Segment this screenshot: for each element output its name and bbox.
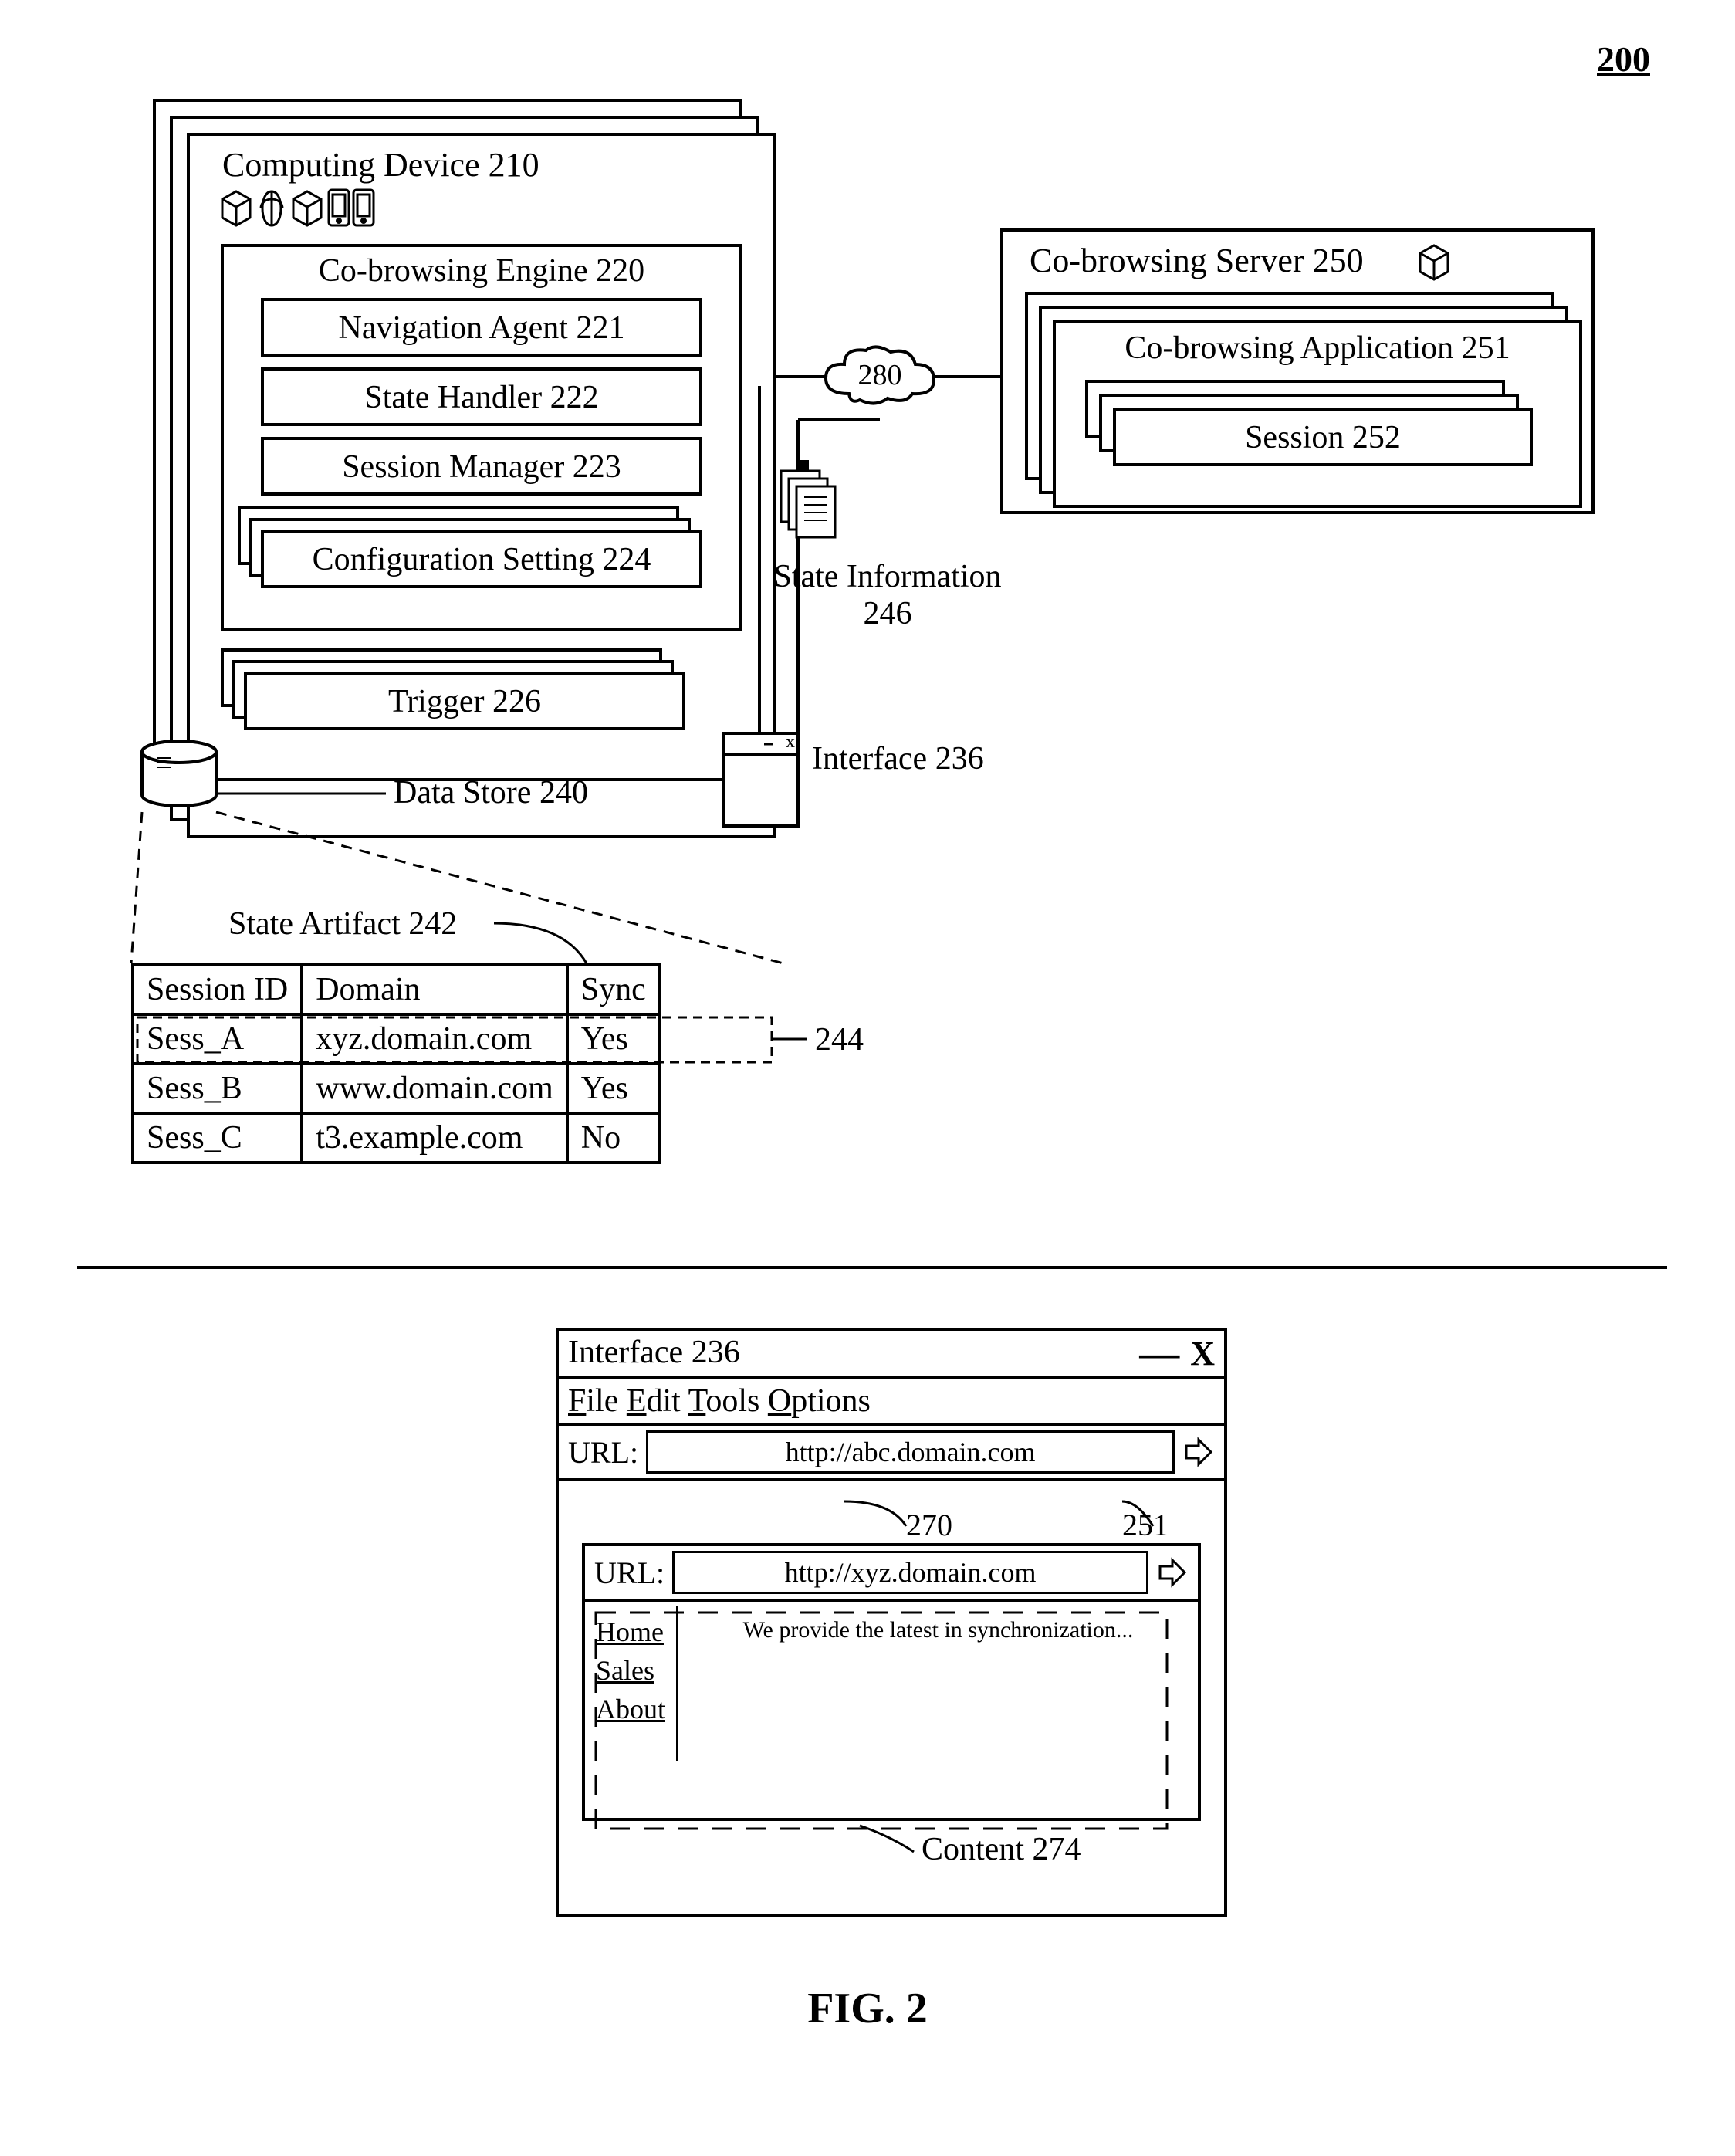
svg-text:251: 251	[1122, 1508, 1169, 1542]
table-row: Sess_C t3.example.com No	[133, 1113, 660, 1163]
svg-text:State Artifact 242: State Artifact 242	[228, 906, 457, 942]
svg-text:244: 244	[815, 1022, 864, 1058]
content-text: We provide the latest in synchronization…	[678, 1602, 1198, 1818]
menu-file[interactable]: File	[568, 1383, 618, 1419]
svg-text:Session Manager 223: Session Manager 223	[342, 449, 621, 485]
state-artifact-table: Session ID Domain Sync Sess_A xyz.domain…	[131, 963, 661, 1164]
go-arrow-icon[interactable]	[1182, 1436, 1215, 1468]
svg-text:Data Store 240: Data Store 240	[394, 775, 588, 811]
figure-caption: FIG. 2	[0, 1984, 1735, 2033]
window-title: Interface 236	[568, 1334, 740, 1373]
col-sync: Sync	[567, 965, 660, 1014]
svg-text:Co-browsing Server 250: Co-browsing Server 250	[1030, 242, 1364, 279]
svg-text:246: 246	[864, 596, 912, 631]
link-about[interactable]: About	[596, 1693, 665, 1725]
device-title: Computing Device 210	[222, 146, 539, 184]
svg-text:280: 280	[858, 359, 902, 391]
svg-text:x: x	[786, 732, 795, 752]
svg-text:Co-browsing Application 251: Co-browsing Application 251	[1125, 330, 1510, 366]
menu-options[interactable]: Options	[768, 1383, 871, 1419]
table-row: Sess_B www.domain.com Yes	[133, 1064, 660, 1113]
svg-text:Trigger 226: Trigger 226	[388, 684, 541, 719]
sidebar-links: Home Sales About	[585, 1602, 676, 1818]
svg-text:State Handler 222: State Handler 222	[364, 380, 598, 415]
inner-url-input[interactable]	[672, 1551, 1148, 1594]
interface-window: Interface 236 — X File Edit Tools Option…	[556, 1328, 1227, 1917]
menu-bar: File Edit Tools Options	[559, 1379, 1224, 1426]
minimize-icon[interactable]: —	[1139, 1346, 1179, 1362]
menu-tools[interactable]: Tools	[688, 1383, 760, 1419]
outer-url-input[interactable]	[646, 1430, 1175, 1474]
svg-text:Configuration Setting 224: Configuration Setting 224	[313, 542, 651, 577]
col-domain: Domain	[302, 965, 567, 1014]
svg-text:Navigation Agent 221: Navigation Agent 221	[339, 310, 625, 346]
svg-text:270: 270	[906, 1508, 952, 1542]
url-label: URL:	[568, 1434, 638, 1471]
inner-url-label: URL:	[594, 1555, 665, 1591]
ref-labels: 270 251	[582, 1497, 1199, 1543]
divider	[77, 1266, 1667, 1269]
col-session-id: Session ID	[133, 965, 302, 1014]
svg-text:Co-browsing Engine 220: Co-browsing Engine 220	[319, 253, 644, 289]
close-icon[interactable]: X	[1190, 1334, 1215, 1373]
link-sales[interactable]: Sales	[596, 1654, 665, 1687]
link-home[interactable]: Home	[596, 1616, 665, 1648]
inner-go-arrow-icon[interactable]	[1156, 1556, 1189, 1589]
menu-edit[interactable]: Edit	[627, 1383, 681, 1419]
svg-text:Interface 236: Interface 236	[812, 741, 984, 777]
svg-text:State Information: State Information	[773, 559, 1001, 594]
svg-text:Session 252: Session 252	[1245, 420, 1401, 455]
inner-browser: URL: Home Sales About	[582, 1543, 1201, 1821]
table-row: Sess_A xyz.domain.com Yes	[133, 1014, 660, 1064]
